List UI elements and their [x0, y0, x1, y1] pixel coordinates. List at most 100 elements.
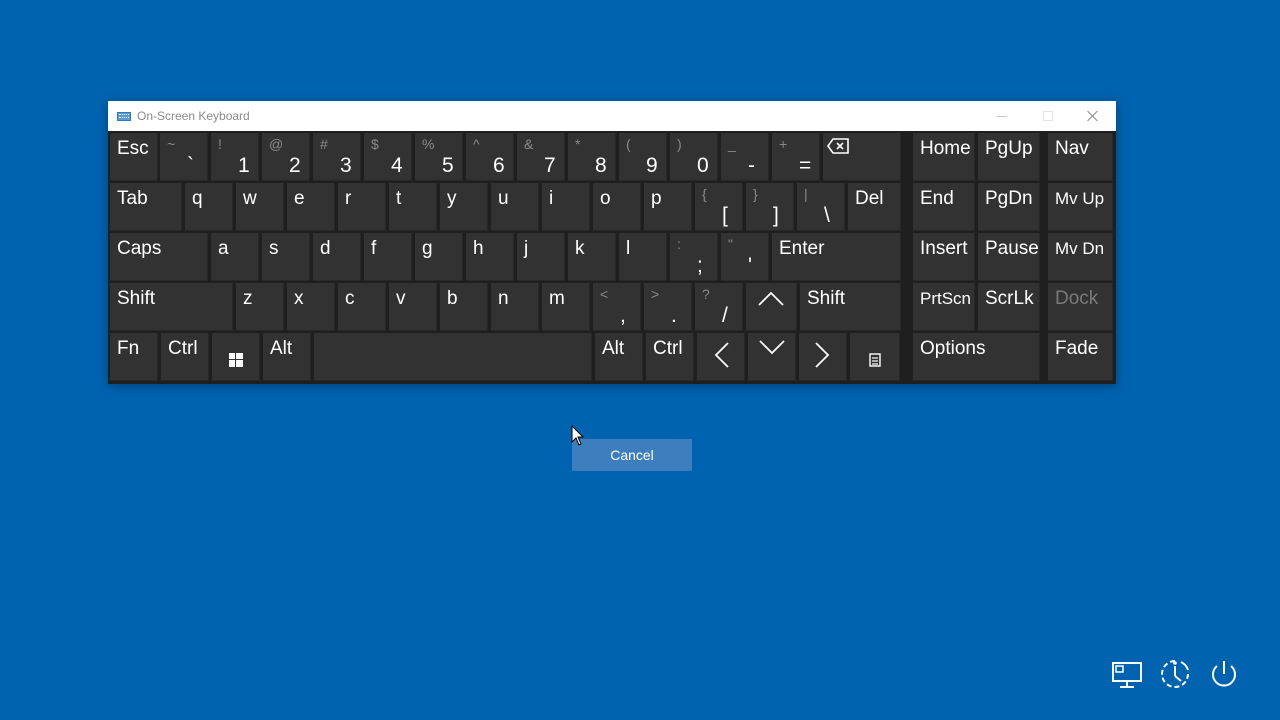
key-semicolon[interactable]: :;: [670, 233, 718, 281]
key-rshift[interactable]: Shift: [800, 283, 901, 331]
key-8[interactable]: * 8: [568, 133, 616, 181]
key-fn[interactable]: Fn: [110, 333, 158, 381]
key-u[interactable]: u: [491, 183, 539, 231]
key-h[interactable]: h: [466, 233, 514, 281]
key-c[interactable]: c: [338, 283, 386, 331]
key-pgup[interactable]: PgUp: [978, 133, 1040, 181]
key-6-shift-label: ^: [473, 136, 480, 152]
key-f[interactable]: f: [364, 233, 412, 281]
key-3[interactable]: #3: [313, 133, 361, 181]
key-z[interactable]: z: [236, 283, 284, 331]
key-nav[interactable]: Nav: [1048, 133, 1113, 181]
key-left[interactable]: [697, 333, 745, 381]
key-space[interactable]: [314, 333, 592, 381]
key-end[interactable]: End: [913, 183, 975, 231]
key-esc[interactable]: Esc: [110, 133, 158, 181]
key-1[interactable]: ! 1: [211, 133, 259, 181]
key-k[interactable]: k: [568, 233, 616, 281]
key-del[interactable]: Del: [848, 183, 901, 231]
key-r-label: r: [345, 188, 352, 209]
key-tab[interactable]: Tab: [110, 183, 182, 231]
key-4[interactable]: $4: [364, 133, 412, 181]
key-x[interactable]: x: [287, 283, 335, 331]
key-lshift[interactable]: Shift: [110, 283, 233, 331]
key-insert[interactable]: Insert: [913, 233, 975, 281]
key-5[interactable]: % 5: [415, 133, 463, 181]
key-r[interactable]: r: [338, 183, 386, 231]
key-mvup[interactable]: Mv Up: [1048, 183, 1113, 231]
key-win[interactable]: [212, 333, 260, 381]
key-a[interactable]: a: [211, 233, 259, 281]
key-pgdn[interactable]: PgDn: [978, 183, 1040, 231]
key-x-label: x: [294, 288, 304, 309]
key-9-main-label: 9: [646, 154, 658, 177]
minimize-button[interactable]: [979, 101, 1025, 131]
key-q[interactable]: q: [185, 183, 233, 231]
key-9[interactable]: (9: [619, 133, 667, 181]
key-i[interactable]: i: [542, 183, 590, 231]
key-backslash[interactable]: | \: [797, 183, 845, 231]
key-options[interactable]: Options: [913, 333, 1040, 381]
key-o[interactable]: o: [593, 183, 641, 231]
key-scrlk[interactable]: ScrLk: [978, 283, 1040, 331]
key-z-label: z: [243, 288, 253, 309]
key-rbracket[interactable]: }]: [746, 183, 794, 231]
key-p[interactable]: p: [644, 183, 692, 231]
key-backspace[interactable]: [823, 133, 901, 181]
cancel-button[interactable]: Cancel: [572, 439, 692, 471]
key-caps[interactable]: Caps: [110, 233, 208, 281]
ease-of-access-icon[interactable]: [1157, 656, 1193, 692]
key-d[interactable]: d: [313, 233, 361, 281]
key-e[interactable]: e: [287, 183, 335, 231]
key-slash[interactable]: ? /: [695, 283, 743, 331]
key-menu[interactable]: [850, 333, 900, 381]
key-w[interactable]: w: [236, 183, 284, 231]
title-bar[interactable]: On-Screen Keyboard: [108, 101, 1116, 131]
key-comma[interactable]: <,: [593, 283, 641, 331]
key-g[interactable]: g: [415, 233, 463, 281]
key-lalt[interactable]: Alt: [263, 333, 311, 381]
key-l[interactable]: l: [619, 233, 667, 281]
key-prtscn[interactable]: PrtScn: [913, 283, 975, 331]
key-mvdn[interactable]: Mv Dn: [1048, 233, 1113, 281]
maximize-button[interactable]: [1025, 101, 1071, 131]
key-u-label: u: [498, 188, 509, 209]
key-lbracket[interactable]: {[: [695, 183, 743, 231]
key-y[interactable]: y: [440, 183, 488, 231]
key-b[interactable]: b: [440, 283, 488, 331]
key-pause[interactable]: Pause: [978, 233, 1040, 281]
key-6[interactable]: ^ 6: [466, 133, 514, 181]
arrow-up-icon: [746, 274, 796, 321]
power-icon[interactable]: [1206, 656, 1242, 692]
key-n-label: n: [498, 288, 509, 309]
key-j[interactable]: j: [517, 233, 565, 281]
key-period-shift-label: >: [651, 286, 660, 302]
key-7[interactable]: & 7: [517, 133, 565, 181]
key-rctrl[interactable]: Ctrl: [646, 333, 694, 381]
key-dock[interactable]: Dock: [1048, 283, 1113, 331]
key-right[interactable]: [799, 333, 847, 381]
key-home-label: Home: [920, 138, 971, 159]
key-minus[interactable]: _ -: [721, 133, 769, 181]
key-v[interactable]: v: [389, 283, 437, 331]
key-k-label: k: [575, 238, 585, 259]
key-lctrl[interactable]: Ctrl: [161, 333, 209, 381]
key-t[interactable]: t: [389, 183, 437, 231]
key-scrlk-label: ScrLk: [985, 288, 1034, 309]
key-fade[interactable]: Fade: [1048, 333, 1113, 381]
key-0[interactable]: ) 0: [670, 133, 718, 181]
key-m[interactable]: m: [542, 283, 590, 331]
key-down[interactable]: [748, 333, 796, 381]
key-s[interactable]: s: [262, 233, 310, 281]
arrow-right-icon: [799, 331, 846, 378]
key-n[interactable]: n: [491, 283, 539, 331]
close-button[interactable]: [1070, 101, 1116, 131]
key-backtick[interactable]: ~ `: [160, 133, 208, 181]
network-icon[interactable]: [1110, 656, 1146, 692]
key-home[interactable]: Home: [913, 133, 975, 181]
key-period[interactable]: >.: [644, 283, 692, 331]
key-v-label: v: [396, 288, 406, 309]
key-fn-label: Fn: [117, 338, 140, 359]
key-2[interactable]: @2: [262, 133, 310, 181]
key-ralt[interactable]: Alt: [595, 333, 643, 381]
